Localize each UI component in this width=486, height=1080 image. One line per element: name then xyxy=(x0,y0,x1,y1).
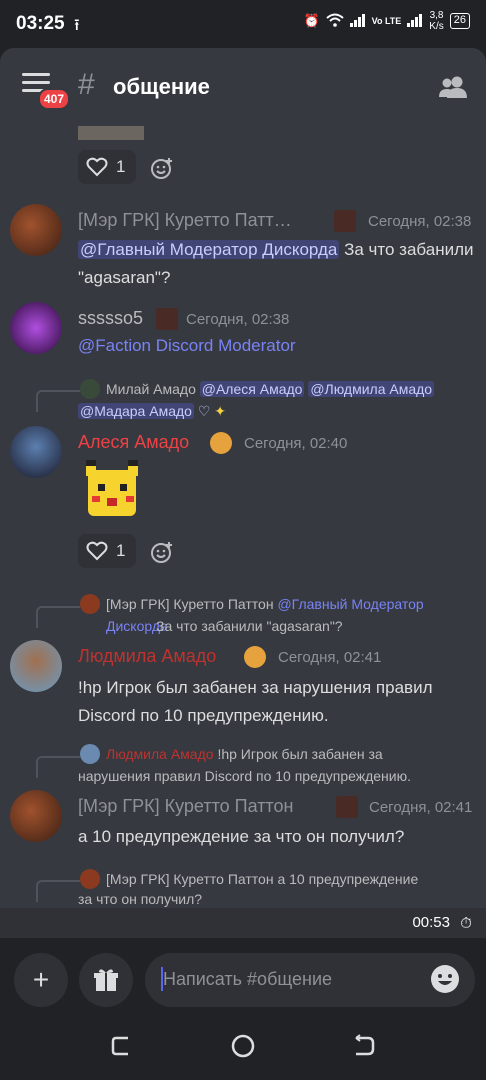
battery-icon: 26 xyxy=(449,13,470,29)
add-reaction-icon[interactable] xyxy=(150,540,174,564)
message-timestamp: Сегодня, 02:38 xyxy=(368,213,472,230)
message-content: !hp Игрок был забанен за нарушения прави… xyxy=(78,678,433,697)
avatar[interactable] xyxy=(10,204,62,256)
gift-icon xyxy=(94,969,118,991)
message-input-placeholder: Написать #общение xyxy=(163,969,333,989)
reaction-count: 1 xyxy=(116,541,126,560)
status-bar: 03:25 ⭱ ⏰ Vo LTE 3,8 K/s 26 xyxy=(0,0,486,48)
reply-connector xyxy=(36,606,80,628)
add-attachment-button[interactable]: + xyxy=(14,953,68,1007)
members-icon[interactable] xyxy=(438,75,468,104)
avatar[interactable] xyxy=(10,302,62,354)
message-author[interactable]: Алеся Амадо xyxy=(78,432,189,453)
message-timestamp: Сегодня, 02:41 xyxy=(369,799,473,816)
reply-avatar xyxy=(80,594,100,614)
back-icon[interactable] xyxy=(352,1034,376,1065)
heart-reaction[interactable]: 1 xyxy=(78,534,136,568)
avatar[interactable] xyxy=(10,426,62,478)
message-timestamp: Сегодня, 02:40 xyxy=(244,435,348,452)
unread-badge: 407 xyxy=(38,88,71,110)
message-timestamp: Сегодня, 02:38 xyxy=(186,311,290,328)
message-input[interactable]: Написать #общение xyxy=(145,953,475,1007)
reply-preview[interactable]: [Мэр ГРК] Куретто Паттон а 10 предупрежд… xyxy=(106,868,482,890)
wifi-icon xyxy=(325,13,344,30)
pikachu-sticker[interactable] xyxy=(80,456,144,520)
badge-icon xyxy=(210,432,232,454)
hash-icon: # xyxy=(78,68,95,101)
message-content: а 10 предупреждение за что он получил? xyxy=(78,827,405,846)
user-mention[interactable]: @Главный Модератор Дискорда xyxy=(78,240,340,259)
signal-icon-2 xyxy=(407,13,423,30)
heart-reaction[interactable]: 1 xyxy=(78,150,136,184)
status-icons: ⏰ Vo LTE 3,8 K/s 26 xyxy=(303,10,470,32)
upload-icon: ⭱ xyxy=(74,17,80,34)
reaction-count: 1 xyxy=(116,157,126,176)
message-list[interactable]: 1 [Мэр ГРК] Куретто Патт… Сегодня, 02:38… xyxy=(0,126,486,908)
message-author[interactable]: [Мэр ГРК] Куретто Патт… xyxy=(78,210,292,231)
signal-icon xyxy=(349,13,366,30)
pikachu-emoji-icon: ✦ xyxy=(214,403,227,419)
message-composer: + Написать #общение xyxy=(0,938,486,1016)
slowmode-bar: 00:53 ⏱ xyxy=(0,908,486,938)
image-attachment[interactable] xyxy=(78,126,144,140)
reply-preview[interactable]: Людмила Амадо !hp Игрок был забанен за xyxy=(106,743,482,765)
reply-preview-line2: за что он получил? xyxy=(78,891,203,907)
emoji-icon xyxy=(438,974,452,985)
volte-label: Vo LTE xyxy=(371,15,402,26)
message-content: @Faction Discord Moderator xyxy=(78,332,296,360)
heart-icon xyxy=(86,541,108,561)
role-mention[interactable]: @Faction Discord Moderator xyxy=(78,336,296,355)
message-author[interactable]: ssssso5 xyxy=(78,308,143,329)
status-time: 03:25 xyxy=(16,13,65,34)
stopwatch-icon: ⏱ xyxy=(460,915,472,932)
message-author[interactable]: Людмила Амадо xyxy=(78,646,216,667)
role-icon xyxy=(334,210,356,232)
alarm-icon: ⏰ xyxy=(303,13,320,28)
emoji-button[interactable] xyxy=(431,965,459,993)
reply-connector xyxy=(36,880,80,902)
reply-preview-line2: нарушения правил Discord по 10 предупреж… xyxy=(78,768,411,784)
role-icon xyxy=(336,796,358,818)
message-timestamp: Сегодня, 02:41 xyxy=(278,649,382,666)
channel-header: 407 # общение xyxy=(0,48,486,126)
badge-icon xyxy=(244,646,266,668)
slowmode-timer: 00:53 xyxy=(412,914,450,931)
reply-connector xyxy=(36,390,80,412)
reply-avatar xyxy=(80,379,100,399)
avatar[interactable] xyxy=(10,640,62,692)
home-icon[interactable] xyxy=(231,1034,255,1065)
reply-avatar xyxy=(80,744,100,764)
heart-icon: ♡ xyxy=(197,403,211,419)
reply-preview[interactable]: Милай Амадо @Алеся Амадо @Людмила Амадо xyxy=(106,378,482,400)
add-reaction-icon[interactable] xyxy=(150,156,174,180)
recents-icon[interactable] xyxy=(110,1034,134,1065)
gift-button[interactable] xyxy=(79,953,133,1007)
reply-preview-line2[interactable]: @Мадара Амадо ♡ ✦ xyxy=(78,400,226,422)
role-icon xyxy=(156,308,178,330)
message-content: @Главный Модератор Дискорда За что забан… xyxy=(78,240,474,287)
message-content-line2: Discord по 10 предупреждению. xyxy=(78,706,329,725)
avatar[interactable] xyxy=(10,790,62,842)
message-author[interactable]: [Мэр ГРК] Куретто Паттон xyxy=(78,796,293,817)
reply-preview-line2[interactable]: Дискорда xyxy=(78,615,140,637)
reply-avatar xyxy=(80,869,100,889)
reply-preview-text: За что забанили "agasaran"? xyxy=(156,618,343,634)
channel-title[interactable]: общение xyxy=(113,74,210,100)
network-speed: 3,8 K/s xyxy=(429,10,444,32)
system-nav-bar xyxy=(0,1016,486,1080)
heart-icon xyxy=(86,157,108,177)
reply-connector xyxy=(36,756,80,778)
